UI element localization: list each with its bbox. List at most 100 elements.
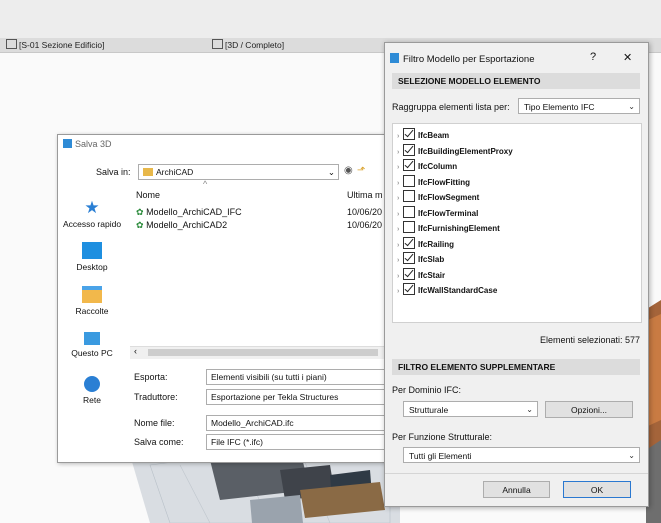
section-icon <box>6 39 17 49</box>
translator-dropdown[interactable]: Esportazione per Tekla Structures <box>206 389 397 405</box>
list-item[interactable]: › IfcFlowFitting <box>397 174 470 189</box>
list-item-label: IfcFlowFitting <box>418 177 470 187</box>
checkbox-checked[interactable] <box>403 128 415 140</box>
scrollbar-thumb[interactable] <box>148 349 378 356</box>
help-button[interactable]: ? <box>590 51 596 63</box>
nav-quick-access[interactable]: ★ Accesso rapido <box>58 199 126 229</box>
structural-function-value: Tutti gli Elementi <box>409 451 472 461</box>
export-filter-dialog: Filtro Modello per Esportazione ? ✕ SELE… <box>384 42 649 507</box>
back-icon[interactable]: ◉ <box>344 165 353 176</box>
checkbox-checked[interactable] <box>403 267 415 280</box>
horizontal-scrollbar[interactable]: ‹ <box>130 346 397 359</box>
filename-label: Nome file: <box>134 418 175 428</box>
checkbox-unchecked[interactable] <box>403 190 415 202</box>
selected-count: Elementi selezionati: 577 <box>539 335 640 345</box>
scroll-left-icon[interactable]: ‹ <box>134 346 137 356</box>
nav-desktop-label: Desktop <box>76 262 108 272</box>
list-item-label: IfcFlowTerminal <box>418 208 479 218</box>
tab-section[interactable]: [S-01 Sezione Edificio] <box>6 38 105 52</box>
list-item[interactable]: › IfcStair <box>397 267 445 282</box>
ifc-domain-dropdown[interactable]: Strutturale ⌄ <box>403 401 538 417</box>
ifc-file-icon: ✿ <box>136 207 144 217</box>
save-in-value: ArchiCAD <box>156 167 194 177</box>
column-header-name[interactable]: Nome <box>136 190 160 200</box>
group-by-value: Tipo Elemento IFC <box>524 102 595 112</box>
ifc-domain-label: Per Dominio IFC: <box>392 385 462 395</box>
tab-3d-label: [3D / Completo] <box>225 40 285 50</box>
list-item-label: IfcFurnishingElement <box>418 224 500 233</box>
close-button[interactable]: ✕ <box>623 51 632 64</box>
list-item[interactable]: › IfcSlab <box>397 252 444 266</box>
up-folder-icon[interactable]: ⬏ <box>357 165 365 176</box>
file-name: Modello_ArchiCAD_IFC <box>146 207 242 217</box>
list-item[interactable]: › IfcBeam <box>397 128 449 142</box>
file-row[interactable]: ✿ Modello_ArchiCAD2 <box>136 220 227 231</box>
list-item[interactable]: › IfcColumn <box>397 159 457 173</box>
desktop-icon <box>82 242 102 259</box>
ifc-file-icon: ✿ <box>136 220 144 230</box>
structural-function-dropdown[interactable]: Tutti gli Elementi ⌄ <box>403 447 640 463</box>
nav-libraries[interactable]: Raccolte <box>58 286 126 316</box>
tab-3d[interactable]: [3D / Completo] <box>212 38 284 52</box>
checkbox-checked[interactable] <box>403 236 415 249</box>
save-in-label: Salva in: <box>96 167 131 177</box>
file-date: 10/06/20 <box>347 207 383 217</box>
chevron-down-icon: ⌄ <box>628 451 635 460</box>
star-icon: ★ <box>84 198 100 217</box>
libraries-icon <box>82 286 102 303</box>
translator-label: Traduttore: <box>134 392 178 402</box>
file-row[interactable]: ✿ Modello_ArchiCAD_IFC <box>136 207 242 218</box>
chevron-down-icon: ⌄ <box>628 102 635 111</box>
group-by-label: Raggruppa elementi lista per: <box>392 102 510 112</box>
cancel-button[interactable]: Annulla <box>483 481 550 498</box>
nav-desktop[interactable]: Desktop <box>58 242 126 272</box>
list-item[interactable]: › IfcFurnishingElement <box>397 221 500 235</box>
nav-this-pc[interactable]: Questo PC <box>58 332 126 358</box>
tab-section-label: [S-01 Sezione Edificio] <box>19 40 105 50</box>
export-dropdown[interactable]: Elementi visibili (su tutti i piani) <box>206 369 397 385</box>
nav-network[interactable]: Rete <box>58 376 126 405</box>
filter-dialog-title-text: Filtro Modello per Esportazione <box>403 54 535 65</box>
file-name: Modello_ArchiCAD2 <box>146 220 228 230</box>
list-item-label: IfcRailing <box>418 239 455 249</box>
list-item[interactable]: › IfcFlowSegment <box>397 190 479 204</box>
ifc-element-list[interactable]: › IfcBeam › IfcBuildingElementProxy › IfcCo… <box>392 123 642 323</box>
checkbox-unchecked[interactable] <box>403 174 415 187</box>
save-dialog-title: Salva 3D <box>63 139 112 149</box>
list-item-label: IfcWallStandardCase <box>418 286 498 295</box>
checkbox-checked[interactable] <box>403 283 415 295</box>
save-in-dropdown[interactable]: ArchiCAD ⌄ <box>138 164 339 180</box>
folder-icon <box>143 168 153 176</box>
list-item-label: IfcBuildingElementProxy <box>418 146 513 156</box>
save-dialog-title-text: Salva 3D <box>75 139 112 149</box>
list-item[interactable]: › IfcFlowTerminal <box>397 205 479 220</box>
nav-network-label: Rete <box>83 395 101 405</box>
list-item-label: IfcSlab <box>418 255 445 264</box>
cube-icon <box>212 39 223 49</box>
checkbox-unchecked[interactable] <box>403 221 415 233</box>
archicad-icon <box>63 139 72 148</box>
save-as-label: Salva come: <box>134 437 184 447</box>
group-by-dropdown[interactable]: Tipo Elemento IFC ⌄ <box>518 98 640 114</box>
chevron-down-icon: ⌄ <box>526 405 533 414</box>
checkbox-unchecked[interactable] <box>403 205 415 218</box>
nav-this-pc-label: Questo PC <box>71 348 113 358</box>
checkbox-checked[interactable] <box>403 143 415 156</box>
chevron-down-icon: ⌄ <box>327 167 335 177</box>
column-header-modified[interactable]: Ultima m <box>347 190 383 200</box>
section-header-model-selection: SELEZIONE MODELLO ELEMENTO <box>392 73 640 89</box>
section-header-supplementary-filter: FILTRO ELEMENTO SUPPLEMENTARE <box>392 359 640 375</box>
filename-input[interactable]: Modello_ArchiCAD.ifc <box>206 415 397 431</box>
top-toolbar <box>0 0 661 38</box>
list-item[interactable]: › IfcRailing <box>397 236 455 251</box>
save-as-dropdown[interactable]: File IFC (*.ifc) <box>206 434 397 450</box>
filter-dialog-title: Filtro Modello per Esportazione <box>390 53 534 65</box>
ok-button[interactable]: OK <box>563 481 631 498</box>
options-button[interactable]: Opzioni... <box>545 401 633 418</box>
list-item[interactable]: › IfcWallStandardCase <box>397 283 497 297</box>
checkbox-checked[interactable] <box>403 252 415 264</box>
list-item[interactable]: › IfcBuildingElementProxy <box>397 143 513 158</box>
checkbox-checked[interactable] <box>403 159 415 171</box>
list-item-label: IfcFlowSegment <box>418 193 480 202</box>
archicad-icon <box>390 53 399 63</box>
